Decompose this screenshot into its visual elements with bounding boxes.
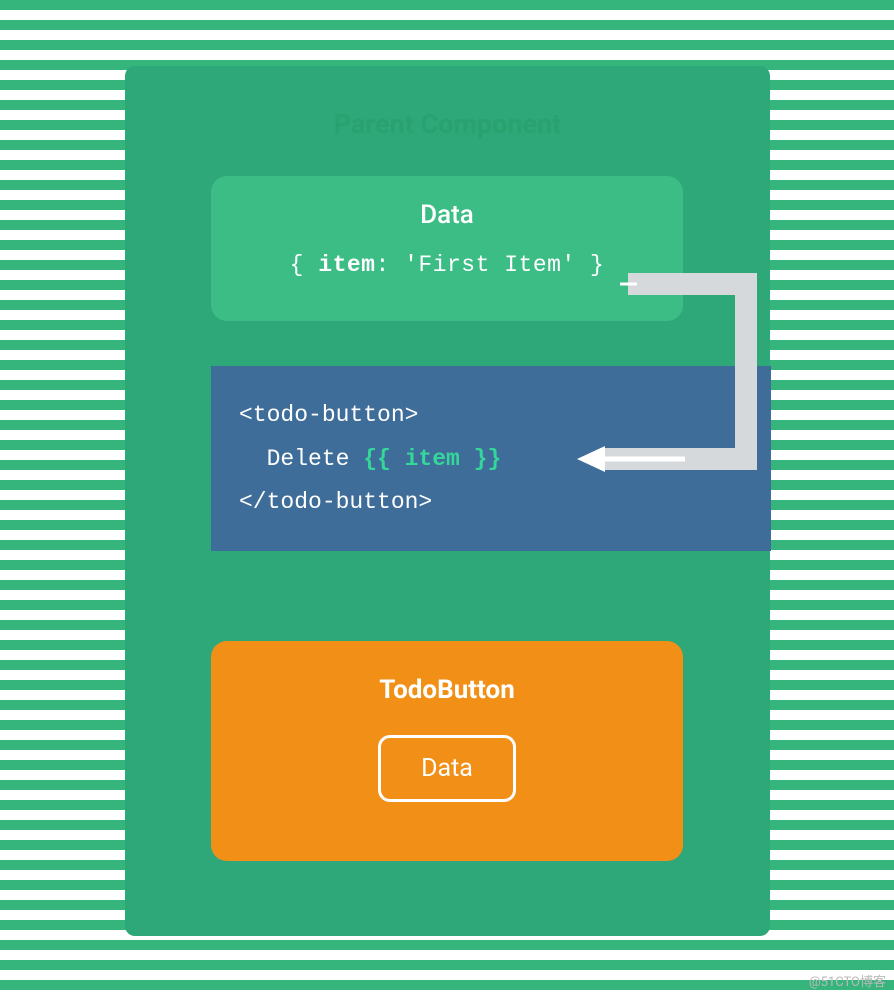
watermark: @51CTO博客 (809, 971, 886, 990)
data-value: 'First Item' (404, 252, 576, 278)
brace-open: { (290, 252, 319, 278)
template-code-card: <todo-button> Delete {{ item }} </todo-b… (211, 366, 771, 551)
data-key: item (318, 252, 375, 278)
parent-title: Parent Component (125, 108, 770, 140)
parent-data-card: Data { item: 'First Item' } (211, 176, 683, 321)
code-line-2: Delete {{ item }} (239, 438, 743, 482)
brace-close: } (576, 252, 605, 278)
data-colon: : (375, 252, 404, 278)
parent-component-box: Parent Component Data { item: 'First Ite… (125, 66, 770, 936)
diagram-stage: Parent Component Data { item: 'First Ite… (0, 0, 894, 996)
code-line-3: </todo-button> (239, 481, 743, 525)
code-line-2-prefix: Delete (267, 446, 364, 472)
child-title: TodoButton (211, 675, 683, 705)
code-line-2-expression: {{ item }} (363, 446, 501, 472)
code-line-1: <todo-button> (239, 394, 743, 438)
child-data-box: Data (378, 735, 516, 802)
data-card-title: Data (211, 200, 683, 230)
data-card-body: { item: 'First Item' } (211, 252, 683, 278)
child-data-label: Data (421, 754, 473, 783)
child-component-card: TodoButton Data (211, 641, 683, 861)
